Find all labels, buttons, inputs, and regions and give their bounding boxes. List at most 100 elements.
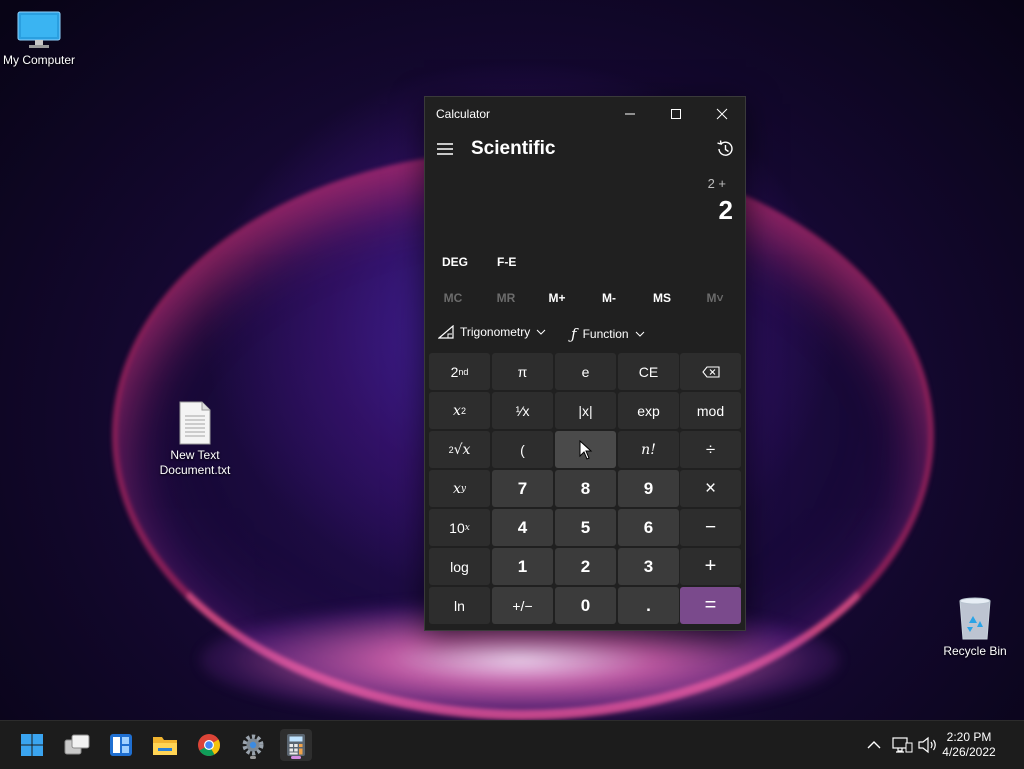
memory-list-button[interactable]: M˅ [689, 291, 741, 305]
deg-button[interactable]: DEG [442, 255, 468, 269]
power-key[interactable]: xy [429, 470, 490, 507]
windows-start-icon [21, 734, 43, 756]
factorial-key[interactable]: n! [618, 431, 679, 468]
desktop-icon-label: My Computer [2, 53, 76, 67]
hamburger-menu-icon[interactable] [436, 140, 454, 158]
trigonometry-label: Trigonometry [460, 325, 531, 339]
digit-2-key[interactable]: 2 [555, 548, 616, 585]
left-paren-key[interactable]: ( [492, 431, 553, 468]
reciprocal-key[interactable]: ¹⁄x [492, 392, 553, 429]
widgets-button[interactable] [105, 729, 137, 761]
right-paren-key[interactable] [555, 431, 616, 468]
chevron-down-icon [536, 329, 546, 335]
square-key[interactable]: x2 [429, 392, 490, 429]
fe-button[interactable]: F-E [497, 255, 516, 269]
digit-7-key[interactable]: 7 [492, 470, 553, 507]
square-root-key[interactable]: 2 √x [429, 431, 490, 468]
memory-row: MC MR M+ M- MS M˅ [425, 286, 745, 310]
system-clock[interactable]: 2:20 PM 4/26/2022 [934, 730, 1004, 760]
monitor-icon [17, 11, 61, 48]
minimize-button[interactable] [607, 97, 653, 131]
clock-date: 4/26/2022 [942, 745, 996, 759]
pi-key[interactable]: π [492, 353, 553, 390]
clock-time: 2:20 PM [946, 730, 992, 744]
memory-recall-button[interactable]: MR [480, 291, 532, 305]
file-explorer-button[interactable] [149, 729, 181, 761]
calculator-taskbar-button[interactable] [280, 729, 312, 761]
task-view-button[interactable] [61, 729, 93, 761]
backspace-key[interactable] [680, 353, 741, 390]
function-menus-row: Trigonometry ƒ Function [425, 321, 745, 347]
desktop-icon-label-line1: New Text [170, 448, 220, 462]
desktop-icon-label-line2: Document.txt [159, 463, 231, 477]
memory-add-button[interactable]: M+ [531, 291, 583, 305]
close-icon [716, 108, 728, 120]
backspace-icon [701, 365, 720, 378]
chevron-up-icon[interactable] [863, 734, 885, 756]
minimize-icon [625, 113, 635, 115]
digit-8-key[interactable]: 8 [555, 470, 616, 507]
start-button[interactable] [16, 729, 48, 761]
digit-4-key[interactable]: 4 [492, 509, 553, 546]
desktop-icon-label: Recycle Bin [943, 644, 1007, 658]
plus-key[interactable]: + [680, 548, 741, 585]
taskbar: 2:20 PM 4/26/2022 [0, 720, 1024, 769]
decimal-point-key[interactable]: . [618, 587, 679, 624]
memory-clear-button[interactable]: MC [427, 291, 479, 305]
absolute-value-key[interactable]: |x| [555, 392, 616, 429]
ln-key[interactable]: ln [429, 587, 490, 624]
memory-subtract-button[interactable]: M- [583, 291, 635, 305]
widgets-icon [110, 734, 132, 756]
divide-key[interactable]: ÷ [680, 431, 741, 468]
angle-notation-row: DEG F-E [425, 250, 745, 274]
desktop-icon-my-computer[interactable]: My Computer [0, 10, 84, 68]
text-file-icon [179, 401, 211, 445]
chevron-down-icon [635, 331, 644, 337]
desktop-icon-recycle-bin[interactable]: Recycle Bin [930, 597, 1020, 659]
folder-icon [153, 737, 177, 755]
triangle-ruler-icon [438, 325, 454, 339]
digit-0-key[interactable]: 0 [555, 587, 616, 624]
settings-button[interactable] [237, 729, 269, 761]
log-key[interactable]: log [429, 548, 490, 585]
calculator-window: Calculator Scientific 2 + 2 DEG F-E MC M… [424, 96, 746, 631]
mode-title: Scientific [471, 138, 556, 159]
digit-5-key[interactable]: 5 [555, 509, 616, 546]
close-button[interactable] [699, 97, 745, 131]
window-title: Calculator [436, 107, 491, 121]
clear-entry-key[interactable]: CE [618, 353, 679, 390]
maximize-icon [671, 109, 681, 119]
minus-key[interactable]: − [680, 509, 741, 546]
digit-3-key[interactable]: 3 [618, 548, 679, 585]
history-icon[interactable] [715, 139, 735, 159]
calculator-header: Scientific [425, 135, 745, 165]
maximize-button[interactable] [653, 97, 699, 131]
title-bar[interactable]: Calculator [425, 97, 745, 131]
ten-power-key[interactable]: 10 x [429, 509, 490, 546]
mouse-cursor-icon [579, 439, 592, 460]
negate-key[interactable]: +/− [492, 587, 553, 624]
memory-store-button[interactable]: MS [636, 291, 688, 305]
digit-1-key[interactable]: 1 [492, 548, 553, 585]
second-function-key[interactable]: 2nd [429, 353, 490, 390]
equals-key[interactable]: = [680, 587, 741, 624]
digit-9-key[interactable]: 9 [618, 470, 679, 507]
chrome-button[interactable] [193, 729, 225, 761]
function-f-icon: ƒ [571, 325, 577, 343]
euler-key[interactable]: e [555, 353, 616, 390]
trigonometry-dropdown[interactable]: Trigonometry [438, 325, 546, 339]
exp-key[interactable]: exp [618, 392, 679, 429]
running-indicator [250, 756, 256, 759]
result-display: 2 [718, 195, 733, 225]
network-icon[interactable] [891, 734, 913, 756]
digit-6-key[interactable]: 6 [618, 509, 679, 546]
function-dropdown[interactable]: ƒ Function [571, 325, 645, 343]
expression-display: 2 + [707, 176, 726, 191]
multiply-key[interactable]: × [680, 470, 741, 507]
recycle-bin-icon [959, 597, 991, 640]
active-indicator [291, 756, 301, 759]
desktop-icon-new-text-document[interactable]: New Text Document.txt [150, 401, 240, 478]
mod-key[interactable]: mod [680, 392, 741, 429]
task-view-icon [64, 734, 90, 755]
function-label: Function [582, 327, 629, 341]
